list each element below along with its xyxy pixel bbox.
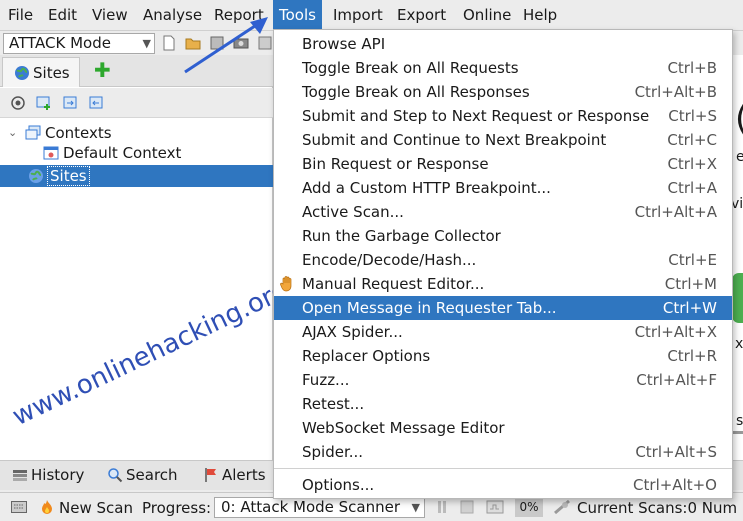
menu-item-open-requester-tab[interactable]: Open Message in Requester Tab... Ctrl+W xyxy=(274,296,732,320)
contexts-icon xyxy=(25,125,41,140)
menu-item-toggle-break-requests[interactable]: Toggle Break on All Requests Ctrl+B xyxy=(274,56,732,80)
tree-row-sites[interactable]: Sites xyxy=(0,165,273,187)
export-context-icon[interactable] xyxy=(88,95,104,111)
context-icon xyxy=(43,146,59,160)
target-icon[interactable] xyxy=(10,95,26,111)
progress-select-value: 0: Attack Mode Scanner xyxy=(221,498,401,516)
new-session-icon[interactable] xyxy=(160,34,178,52)
menu-edit[interactable]: Edit xyxy=(42,0,83,31)
progress-label: Progress: xyxy=(142,499,212,517)
default-context-label: Default Context xyxy=(63,144,182,162)
flame-icon xyxy=(42,500,52,514)
content-fragment: ( xyxy=(735,99,743,139)
tools-menu-dropdown: Browse API Toggle Break on All Requests … xyxy=(273,29,733,499)
menu-item-retest[interactable]: Retest... xyxy=(274,392,732,416)
mode-select[interactable]: ATTACK Mode ▼ xyxy=(3,33,155,54)
tab-alerts-label: Alerts xyxy=(222,466,266,484)
mode-select-value: ATTACK Mode xyxy=(9,34,111,52)
content-fragment: e xyxy=(736,149,743,165)
new-scan-button[interactable]: New Scan xyxy=(59,499,133,517)
menu-view[interactable]: View xyxy=(86,0,134,31)
green-graphic xyxy=(732,273,743,323)
menu-tools[interactable]: Tools xyxy=(273,0,322,31)
annotation-arrow-icon xyxy=(184,17,268,74)
tab-sites[interactable]: Sites xyxy=(2,57,80,87)
stop-icon[interactable] xyxy=(460,500,474,514)
pause-icon[interactable] xyxy=(436,500,448,514)
history-icon xyxy=(13,470,27,481)
tree-row-default-context[interactable]: Default Context xyxy=(0,142,273,164)
tab-alerts[interactable]: Alerts xyxy=(203,466,266,484)
menu-item-garbage-collector[interactable]: Run the Garbage Collector xyxy=(274,224,732,248)
menu-item-spider[interactable]: Spider... Ctrl+Alt+S xyxy=(274,440,732,464)
tab-history[interactable]: History xyxy=(12,466,84,484)
tab-sites-label: Sites xyxy=(33,64,70,82)
menu-online[interactable]: Online xyxy=(457,0,517,31)
content-fragment: s xyxy=(736,413,743,429)
sites-toolbar xyxy=(0,88,273,118)
search-icon xyxy=(108,468,123,483)
tab-history-label: History xyxy=(31,466,85,484)
progress-percent: 0% xyxy=(515,498,543,517)
menu-item-bin-request[interactable]: Bin Request or Response Ctrl+X xyxy=(274,152,732,176)
content-fragment: x xyxy=(735,336,743,352)
menu-file[interactable]: File xyxy=(2,0,39,31)
menu-item-manual-request-editor[interactable]: Manual Request Editor... Ctrl+M xyxy=(274,272,732,296)
hand-icon xyxy=(280,276,292,292)
menu-separator xyxy=(274,468,732,469)
menu-item-replacer-options[interactable]: Replacer Options Ctrl+R xyxy=(274,344,732,368)
current-scans-status: Current Scans:0 Num xyxy=(577,499,738,517)
add-tab-plus-icon[interactable]: ✚ xyxy=(94,60,111,80)
progress-select[interactable]: 0: Attack Mode Scanner ▼ xyxy=(214,497,425,518)
menu-item-ajax-spider[interactable]: AJAX Spider... Ctrl+Alt+X xyxy=(274,320,732,344)
keyboard-icon xyxy=(11,501,27,513)
flag-icon xyxy=(205,468,216,482)
tab-search[interactable]: Search xyxy=(107,466,178,484)
menu-item-encode-decode[interactable]: Encode/Decode/Hash... Ctrl+E xyxy=(274,248,732,272)
menu-item-fuzz[interactable]: Fuzz... Ctrl+Alt+F xyxy=(274,368,732,392)
new-context-icon[interactable] xyxy=(36,95,52,111)
menu-import[interactable]: Import xyxy=(327,0,389,31)
globe-icon xyxy=(15,66,29,80)
menu-item-websocket-editor[interactable]: WebSocket Message Editor xyxy=(274,416,732,440)
menu-item-active-scan[interactable]: Active Scan... Ctrl+Alt+A xyxy=(274,200,732,224)
contexts-label: Contexts xyxy=(45,124,112,142)
sites-label: Sites xyxy=(47,166,90,186)
globe-icon xyxy=(29,169,43,183)
tab-search-label: Search xyxy=(126,466,178,484)
chevron-down-icon: ▼ xyxy=(411,501,420,514)
menu-item-options[interactable]: Options... Ctrl+Alt+O xyxy=(274,473,732,497)
menu-export[interactable]: Export xyxy=(391,0,452,31)
menu-item-toggle-break-responses[interactable]: Toggle Break on All Responses Ctrl+Alt+B xyxy=(274,80,732,104)
scan-progress-icon[interactable] xyxy=(486,499,504,515)
tree-expand-icon[interactable]: ⌄ xyxy=(8,122,17,144)
menu-item-submit-step[interactable]: Submit and Step to Next Request or Respo… xyxy=(274,104,732,128)
tree-row-contexts[interactable]: ⌄ Contexts xyxy=(0,122,273,144)
menu-item-submit-continue[interactable]: Submit and Continue to Next Breakpoint C… xyxy=(274,128,732,152)
import-context-icon[interactable] xyxy=(62,95,78,111)
menubar: File Edit View Analyse Report Tools Impo… xyxy=(0,0,743,31)
menu-item-browse-api[interactable]: Browse API xyxy=(274,32,732,56)
spider-icon xyxy=(554,499,570,515)
menu-item-add-breakpoint[interactable]: Add a Custom HTTP Breakpoint... Ctrl+A xyxy=(274,176,732,200)
chevron-down-icon: ▼ xyxy=(142,37,151,50)
menu-help[interactable]: Help xyxy=(517,0,563,31)
